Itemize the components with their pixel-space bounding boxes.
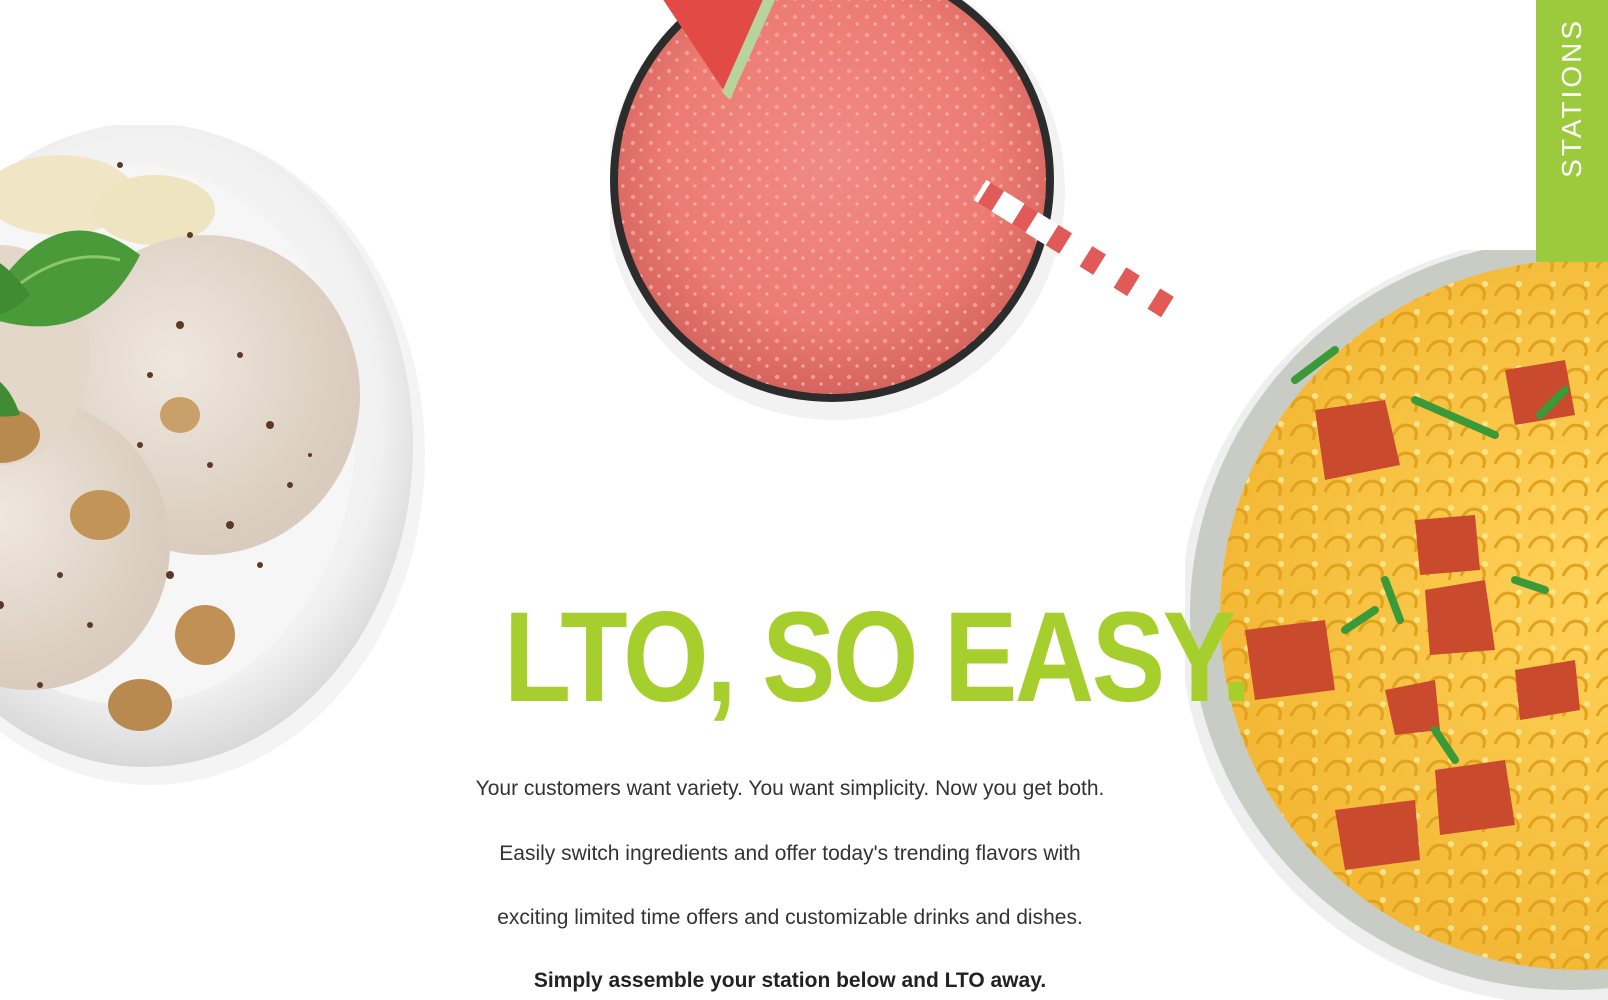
hero-paragraph-line-1: Your customers want variety. You want si… [475, 777, 1105, 800]
hero-paragraph-line-3: exciting limited time offers and customi… [497, 906, 1083, 929]
page: STATIONS LTO, SO EASY. Your customers wa… [0, 0, 1608, 1000]
watermelon-smoothie-image [610, 0, 1203, 420]
hero-headline: LTO, SO EASY. [503, 586, 1252, 729]
stations-tab[interactable]: STATIONS [1536, 0, 1608, 262]
stations-tab-label: STATIONS [1556, 18, 1587, 178]
hero-paragraph-line-2: Easily switch ingredients and offer toda… [499, 842, 1081, 865]
hero-cta-line: Simply assemble your station below and L… [533, 969, 1047, 992]
